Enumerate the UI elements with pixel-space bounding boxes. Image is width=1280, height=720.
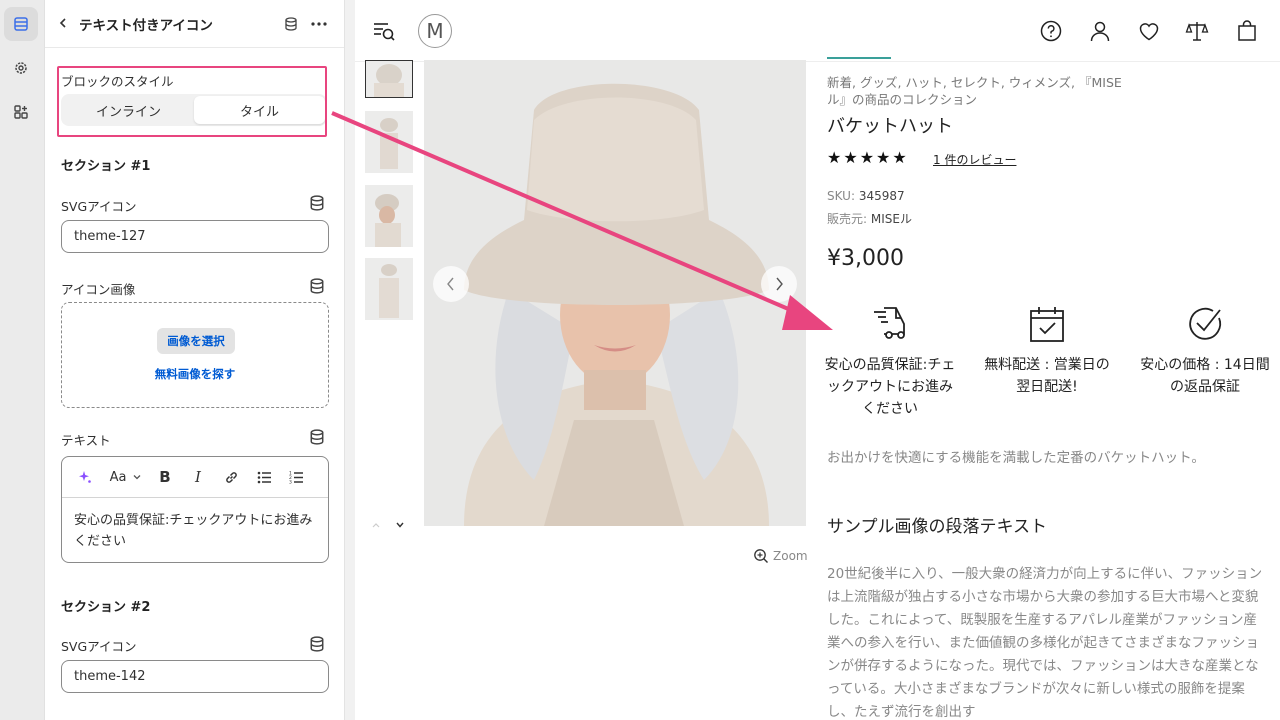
accent-line [827,57,891,59]
more-options-icon[interactable] [308,13,330,35]
bullet-list-icon[interactable] [248,463,280,491]
product-thumbnail[interactable] [365,60,413,98]
back-chevron-icon[interactable] [57,14,69,33]
image-dropzone[interactable]: 画像を選択 無料画像を探す [61,302,329,408]
select-image-button[interactable]: 画像を選択 [157,328,235,354]
rte-content[interactable]: 安心の品質保証:チェックアウトにお進みください [62,498,328,562]
zoom-button[interactable]: Zoom [753,548,808,564]
product-title: バケットハット [827,116,953,137]
bold-icon[interactable]: B [148,463,182,491]
product-thumbnail[interactable] [365,258,413,320]
zoom-label: Zoom [773,549,808,563]
dynamic-source-icon[interactable] [309,195,325,211]
text-label: テキスト [61,433,111,448]
product-main-image[interactable] [424,60,806,526]
icon-image-label: アイコン画像 [61,282,136,297]
cart-bag-icon[interactable] [1235,19,1259,43]
panel-title: テキスト付きアイコン [79,17,213,34]
feature-tile: 安心の価格 : 14日間の返品保証 [1138,304,1272,398]
panel-header: テキスト付きアイコン [45,0,344,48]
calendar-check-icon [1030,307,1064,342]
help-icon[interactable] [1039,19,1063,43]
italic-icon[interactable]: I [182,463,214,491]
sections-icon[interactable] [4,7,38,41]
check-circle-icon [1189,307,1222,340]
review-count-link[interactable]: 1 件のレビュー [933,151,1016,168]
apps-icon[interactable] [4,95,38,129]
storefront-preview: M Zoom 新着, グッズ, ハット, セレクト, ウィメンズ, 『MISEル… [355,0,1280,720]
highlight-box [57,66,327,137]
svg-icon-label: SVGアイコン [61,199,137,214]
next-image-button[interactable] [761,266,797,302]
svg-icon-input[interactable]: theme-127 [61,220,329,253]
vendor-line: 販売元: MISEル [827,210,912,227]
section-2-heading: セクション #2 [61,600,151,615]
numbered-list-icon[interactable]: 123 [280,463,312,491]
settings-gear-icon[interactable] [4,51,38,85]
free-images-link[interactable]: 無料画像を探す [62,366,328,382]
dynamic-source-icon[interactable] [309,636,325,652]
product-thumbnail[interactable] [365,185,413,247]
previous-image-button[interactable] [433,266,469,302]
feature-text: 無料配送 : 営業日の翌日配送! [984,357,1110,395]
svg-text:3: 3 [289,480,292,485]
product-description: お出かけを快適にする機能を満載した定番のバケットハット。 [827,450,1205,466]
compare-scale-icon[interactable] [1185,19,1209,43]
link-icon[interactable] [214,463,248,491]
ai-sparkle-icon[interactable] [72,463,98,491]
product-thumbnail[interactable] [365,111,413,173]
product-price: ¥3,000 [827,246,904,271]
account-icon[interactable] [1088,19,1112,43]
editor-sidebar-rail [0,0,45,720]
database-icon[interactable] [280,13,302,35]
thumbnail-scroll-arrows[interactable] [371,520,411,530]
sample-paragraph: 20世紀後半に入り、一般大衆の経済力が向上するに伴い、ファッションは上流階級が独… [827,566,1263,720]
svg-icon-input-2[interactable]: theme-142 [61,660,329,693]
delivery-truck-icon [874,307,905,339]
sku-value: 345987 [858,189,905,203]
vendor-value: MISEル [870,212,912,226]
feature-tile: 安心の品質保証:チェックアウトにお進みください [823,304,957,420]
sku-line: SKU: 345987 [827,189,905,203]
section-heading: サンプル画像の段落テキスト [827,517,1047,537]
store-header: M [355,0,1280,62]
svg-icon-label-2: SVGアイコン [61,639,137,654]
block-settings-panel: テキスト付きアイコン ブロックのスタイル インライン タイル セクション #1 … [45,0,345,720]
font-size-label: Aa [109,469,127,485]
rating-stars: ★★★★★ [827,148,909,167]
dynamic-source-icon[interactable] [309,278,325,294]
feature-text: 安心の品質保証:チェックアウトにお進みください [824,357,956,417]
dynamic-source-icon[interactable] [309,429,325,445]
font-size-dropdown[interactable]: Aa [104,463,148,491]
zoom-in-icon [754,549,768,563]
section-1-heading: セクション #1 [61,159,151,174]
menu-search-icon[interactable] [372,19,396,43]
sku-label: SKU: [827,189,855,203]
collection-links[interactable]: 新着, グッズ, ハット, セレクト, ウィメンズ, 『MISEル』の商品のコレ… [827,74,1127,108]
feature-text: 安心の価格 : 14日間の返品保証 [1140,357,1270,395]
store-logo[interactable]: M [418,14,452,48]
feature-tile: 無料配送 : 営業日の翌日配送! [980,304,1114,398]
rich-text-editor: Aa B I 123 安心の品質保証:チェックアウトにお進みください [61,456,329,563]
rte-toolbar: Aa B I 123 [62,457,328,498]
vendor-label: 販売元: [827,212,868,226]
wishlist-heart-icon[interactable] [1137,19,1161,43]
